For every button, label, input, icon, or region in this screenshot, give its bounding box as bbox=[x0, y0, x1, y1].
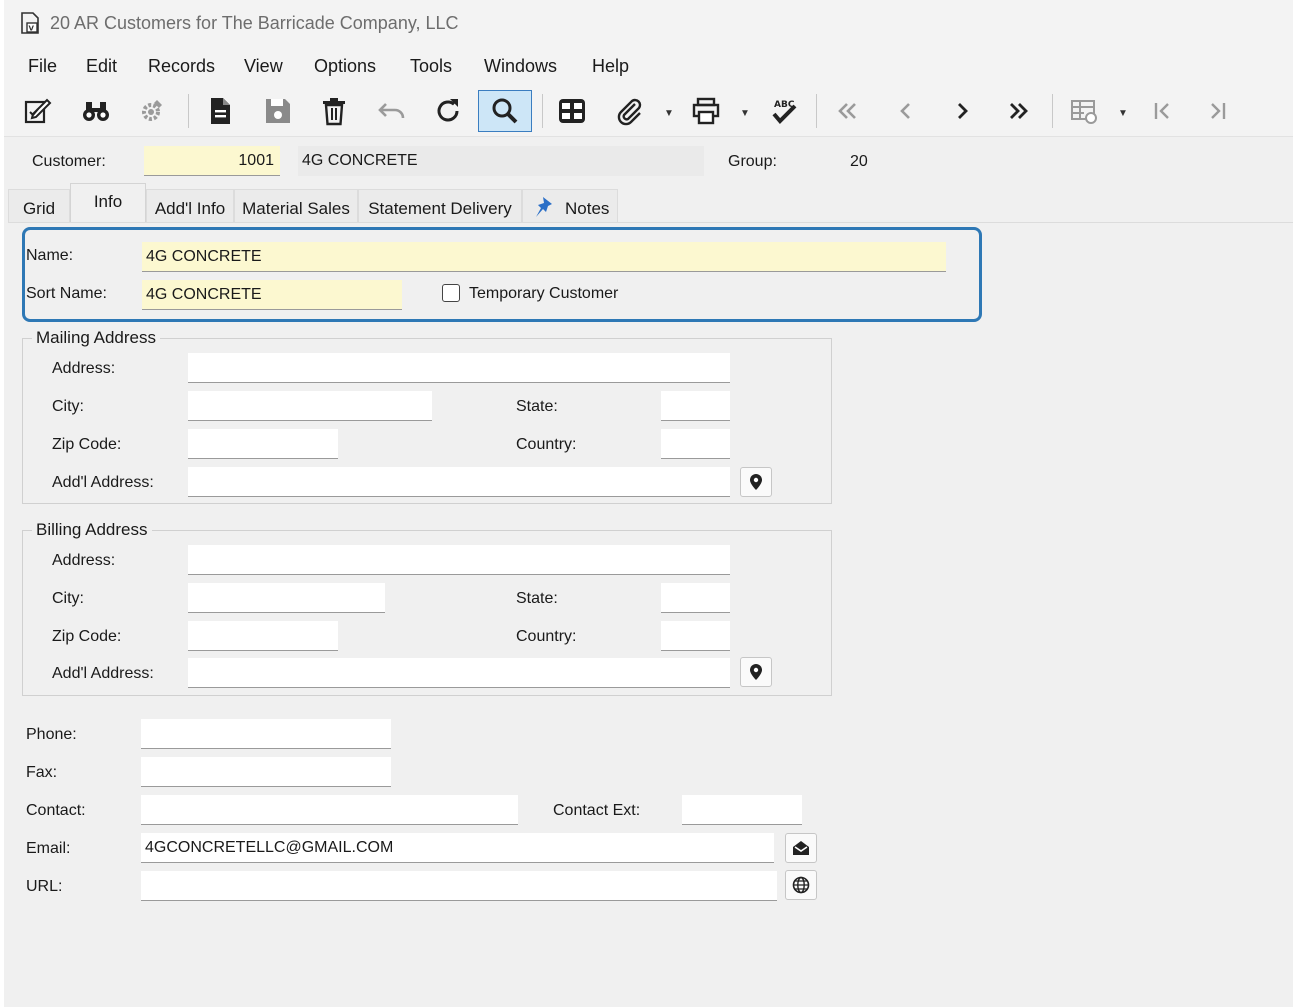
email-envelope-icon[interactable] bbox=[785, 833, 817, 863]
fax-field[interactable] bbox=[141, 757, 391, 787]
svg-text:V: V bbox=[29, 25, 35, 33]
previous-record-icon[interactable] bbox=[886, 90, 926, 132]
email-field[interactable]: 4GCONCRETELLC@GMAIL.COM bbox=[141, 833, 774, 863]
first-record-icon[interactable] bbox=[828, 90, 868, 132]
mailing-country-label: Country: bbox=[516, 436, 577, 453]
next-record-icon[interactable] bbox=[942, 90, 982, 132]
table-settings-dropdown-icon[interactable]: ▼ bbox=[1118, 108, 1128, 119]
menu-records[interactable]: Records bbox=[148, 56, 215, 77]
mailing-map-pin-icon[interactable] bbox=[740, 467, 772, 497]
delete-icon[interactable] bbox=[314, 90, 354, 132]
toolbar-separator bbox=[816, 94, 817, 128]
menu-tools[interactable]: Tools bbox=[410, 56, 452, 77]
menu-file[interactable]: File bbox=[28, 56, 57, 77]
save-icon[interactable] bbox=[258, 90, 298, 132]
customer-name-display: 4G CONCRETE bbox=[298, 146, 704, 176]
url-field[interactable] bbox=[141, 871, 777, 901]
menu-help[interactable]: Help bbox=[592, 56, 629, 77]
new-document-icon[interactable] bbox=[200, 90, 240, 132]
mailing-city-label: City: bbox=[52, 398, 84, 415]
menu-edit[interactable]: Edit bbox=[86, 56, 117, 77]
contact-field[interactable] bbox=[141, 795, 518, 825]
print-icon[interactable] bbox=[686, 90, 726, 132]
highlight-box bbox=[22, 227, 982, 322]
mailing-address-field[interactable] bbox=[188, 353, 730, 383]
last-page-icon[interactable] bbox=[1198, 90, 1238, 132]
customer-window: V 20 AR Customers for The Barricade Comp… bbox=[4, 0, 1293, 1007]
billing-addl-address-field[interactable] bbox=[188, 658, 730, 688]
search-icon[interactable] bbox=[478, 90, 532, 132]
mailing-state-field[interactable] bbox=[661, 391, 730, 421]
attachment-icon[interactable] bbox=[610, 90, 650, 132]
mailing-zip-field[interactable] bbox=[188, 429, 338, 459]
mailing-state-label: State: bbox=[516, 398, 558, 415]
app-document-icon: V bbox=[21, 12, 39, 34]
billing-state-field[interactable] bbox=[661, 583, 730, 613]
billing-address-label: Address: bbox=[52, 552, 116, 569]
menu-windows[interactable]: Windows bbox=[484, 56, 557, 77]
contact-ext-field[interactable] bbox=[682, 795, 802, 825]
billing-address-title: Billing Address bbox=[32, 520, 152, 540]
mailing-address-label: Address: bbox=[52, 360, 116, 377]
billing-zip-label: Zip Code: bbox=[52, 628, 122, 645]
attachment-dropdown-icon[interactable]: ▼ bbox=[664, 108, 674, 119]
billing-zip-field[interactable] bbox=[188, 621, 338, 651]
refresh-icon[interactable] bbox=[428, 90, 468, 132]
tab-grid[interactable]: Grid bbox=[8, 189, 70, 223]
group-value: 20 bbox=[850, 153, 868, 170]
mailing-city-field[interactable] bbox=[188, 391, 432, 421]
first-page-icon[interactable] bbox=[1142, 90, 1182, 132]
phone-label: Phone: bbox=[26, 726, 77, 743]
billing-addl-address-label: Add'l Address: bbox=[52, 665, 154, 682]
mailing-address-title: Mailing Address bbox=[32, 328, 161, 348]
contact-label: Contact: bbox=[26, 802, 86, 819]
tab-info[interactable]: Info bbox=[70, 183, 146, 223]
toolbar-separator bbox=[1052, 94, 1053, 128]
pushpin-icon bbox=[536, 197, 552, 217]
binoculars-icon[interactable] bbox=[76, 90, 116, 132]
undo-icon[interactable] bbox=[372, 90, 412, 132]
billing-country-field[interactable] bbox=[661, 621, 730, 651]
tab-addl-info[interactable]: Add'l Info bbox=[146, 189, 234, 223]
settings-gear-icon[interactable] bbox=[132, 90, 172, 132]
print-dropdown-icon[interactable]: ▼ bbox=[740, 108, 750, 119]
toolbar: ▼ ▼ ABC ▼ bbox=[4, 86, 1293, 137]
contact-ext-label: Contact Ext: bbox=[553, 802, 641, 819]
menu-options[interactable]: Options bbox=[314, 56, 376, 77]
mailing-addl-address-label: Add'l Address: bbox=[52, 474, 154, 491]
billing-city-label: City: bbox=[52, 590, 84, 607]
phone-field[interactable] bbox=[141, 719, 391, 749]
group-label: Group: bbox=[728, 153, 777, 170]
mailing-zip-label: Zip Code: bbox=[52, 436, 122, 453]
billing-state-label: State: bbox=[516, 590, 558, 607]
menu-bar: File Edit Records View Options Tools Win… bbox=[4, 48, 1293, 86]
tab-panel-border bbox=[8, 222, 1293, 223]
last-record-icon[interactable] bbox=[998, 90, 1038, 132]
tab-notes[interactable]: Notes bbox=[522, 189, 618, 223]
edit-icon[interactable] bbox=[18, 90, 58, 132]
globe-icon[interactable] bbox=[785, 870, 817, 900]
billing-map-pin-icon[interactable] bbox=[740, 657, 772, 687]
toolbar-separator bbox=[542, 94, 543, 128]
billing-country-label: Country: bbox=[516, 628, 577, 645]
email-label: Email: bbox=[26, 840, 71, 857]
tab-statement-delivery[interactable]: Statement Delivery bbox=[358, 189, 522, 223]
mailing-addl-address-field[interactable] bbox=[188, 467, 730, 497]
menu-view[interactable]: View bbox=[244, 56, 283, 77]
billing-address-field[interactable] bbox=[188, 545, 730, 575]
fax-label: Fax: bbox=[26, 764, 58, 781]
title-bar: V 20 AR Customers for The Barricade Comp… bbox=[4, 0, 1293, 48]
tab-notes-label: Notes bbox=[565, 199, 610, 218]
toolbar-separator bbox=[188, 94, 189, 128]
tab-material-sales[interactable]: Material Sales bbox=[234, 189, 358, 223]
customer-label: Customer: bbox=[32, 153, 106, 170]
billing-city-field[interactable] bbox=[188, 583, 385, 613]
spellcheck-icon[interactable]: ABC bbox=[764, 90, 804, 132]
url-label: URL: bbox=[26, 878, 63, 895]
mailing-country-field[interactable] bbox=[661, 429, 730, 459]
customer-number-field[interactable]: 1001 bbox=[144, 146, 280, 176]
window-title: 20 AR Customers for The Barricade Compan… bbox=[50, 13, 459, 33]
table-settings-icon[interactable] bbox=[1064, 90, 1104, 132]
grid-layout-icon[interactable] bbox=[552, 90, 592, 132]
